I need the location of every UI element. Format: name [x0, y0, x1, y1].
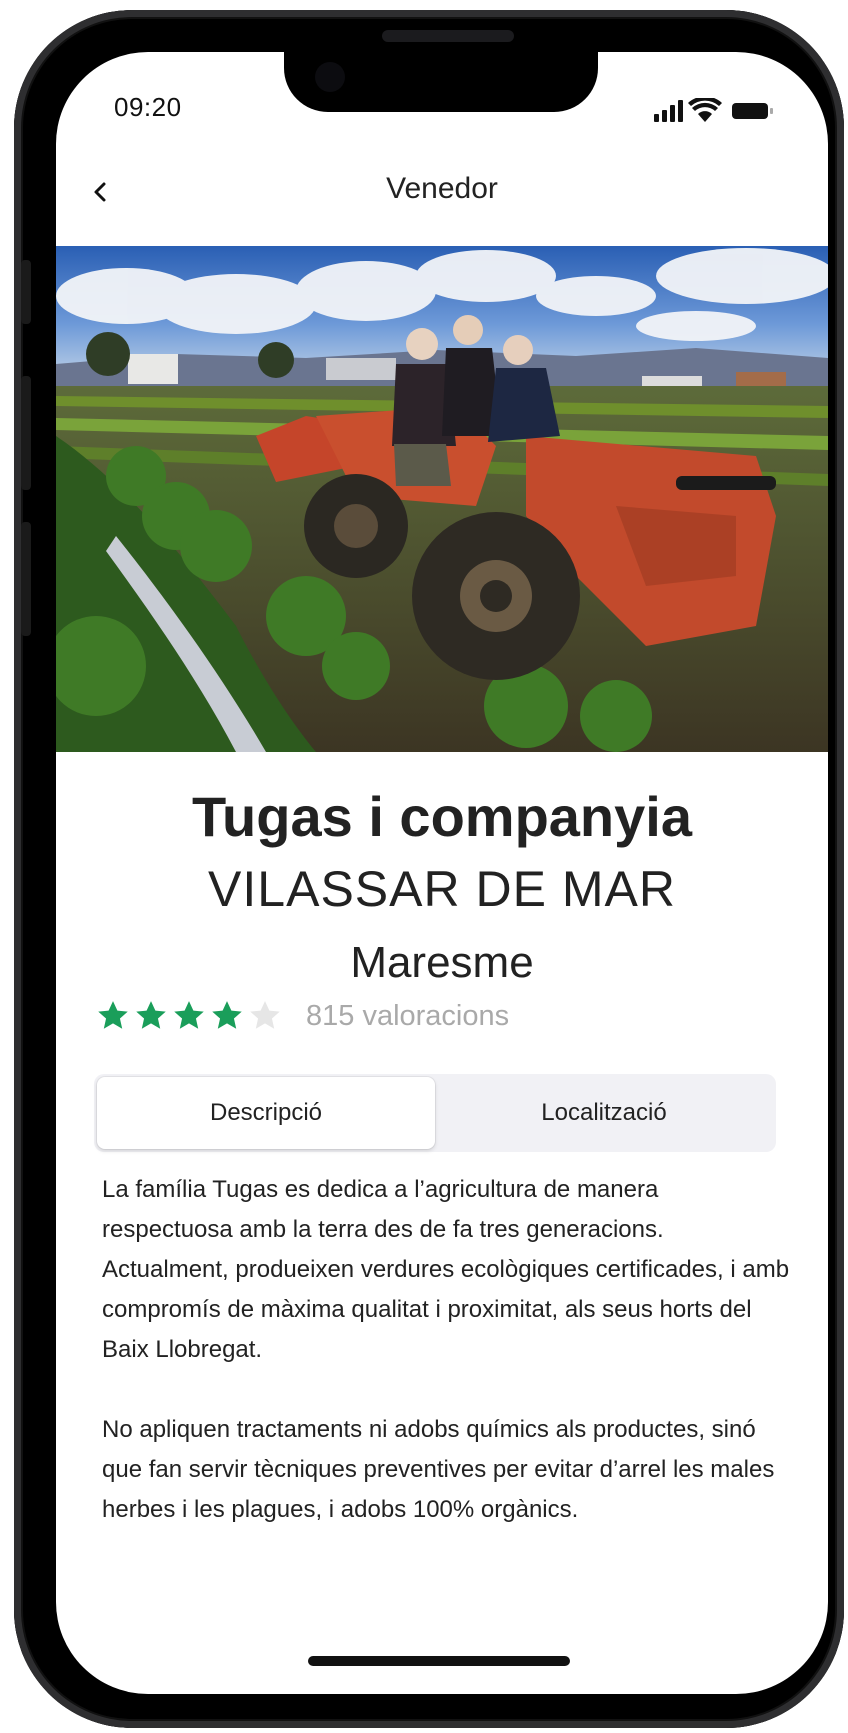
status-time: 09:20 — [114, 92, 182, 122]
notch — [284, 52, 598, 112]
status-icons — [654, 96, 784, 124]
description-paragraph: No apliquen tractaments ni adobs químics… — [102, 1416, 775, 1523]
star-filled-icon — [174, 1001, 204, 1029]
rating: 815 valoracions — [96, 996, 509, 1036]
earpiece-speaker — [382, 30, 514, 42]
vendor-city: VILASSAR DE MAR — [208, 861, 676, 917]
vendor-name: Tugas i companyia — [192, 785, 692, 848]
segmented-tabs: Descripció Localització — [94, 1074, 776, 1152]
vendor-region: Maresme — [350, 938, 534, 987]
battery-icon — [732, 103, 773, 119]
star-filled-icon — [212, 1001, 242, 1029]
tab-description[interactable]: Descripció — [97, 1077, 435, 1149]
volume-down-button — [21, 522, 31, 636]
star-filled-icon — [136, 1001, 166, 1029]
app-screen: 09:20 Venedor Tugas i companyia VILASSAR… — [56, 52, 828, 1694]
star-empty-icon — [250, 1001, 280, 1029]
description-paragraph: La família Tugas es dedica a l’agricultu… — [102, 1176, 790, 1363]
home-indicator[interactable] — [308, 1656, 570, 1666]
phone-frame: 09:20 Venedor Tugas i companyia VILASSAR… — [14, 10, 844, 1728]
page-title: Venedor — [386, 172, 498, 205]
wifi-icon — [688, 96, 722, 122]
rating-count: 815 valoracions — [306, 999, 510, 1032]
mute-switch — [21, 260, 31, 324]
vendor-photo — [56, 246, 828, 752]
tab-location[interactable]: Localització — [435, 1077, 773, 1149]
rating-stars — [96, 999, 286, 1033]
description: La família Tugas es dedica a l’agricultu… — [102, 1170, 792, 1570]
cellular-signal-icon — [654, 100, 683, 122]
star-filled-icon — [98, 1001, 128, 1029]
volume-up-button — [21, 376, 31, 490]
front-camera — [315, 62, 345, 92]
